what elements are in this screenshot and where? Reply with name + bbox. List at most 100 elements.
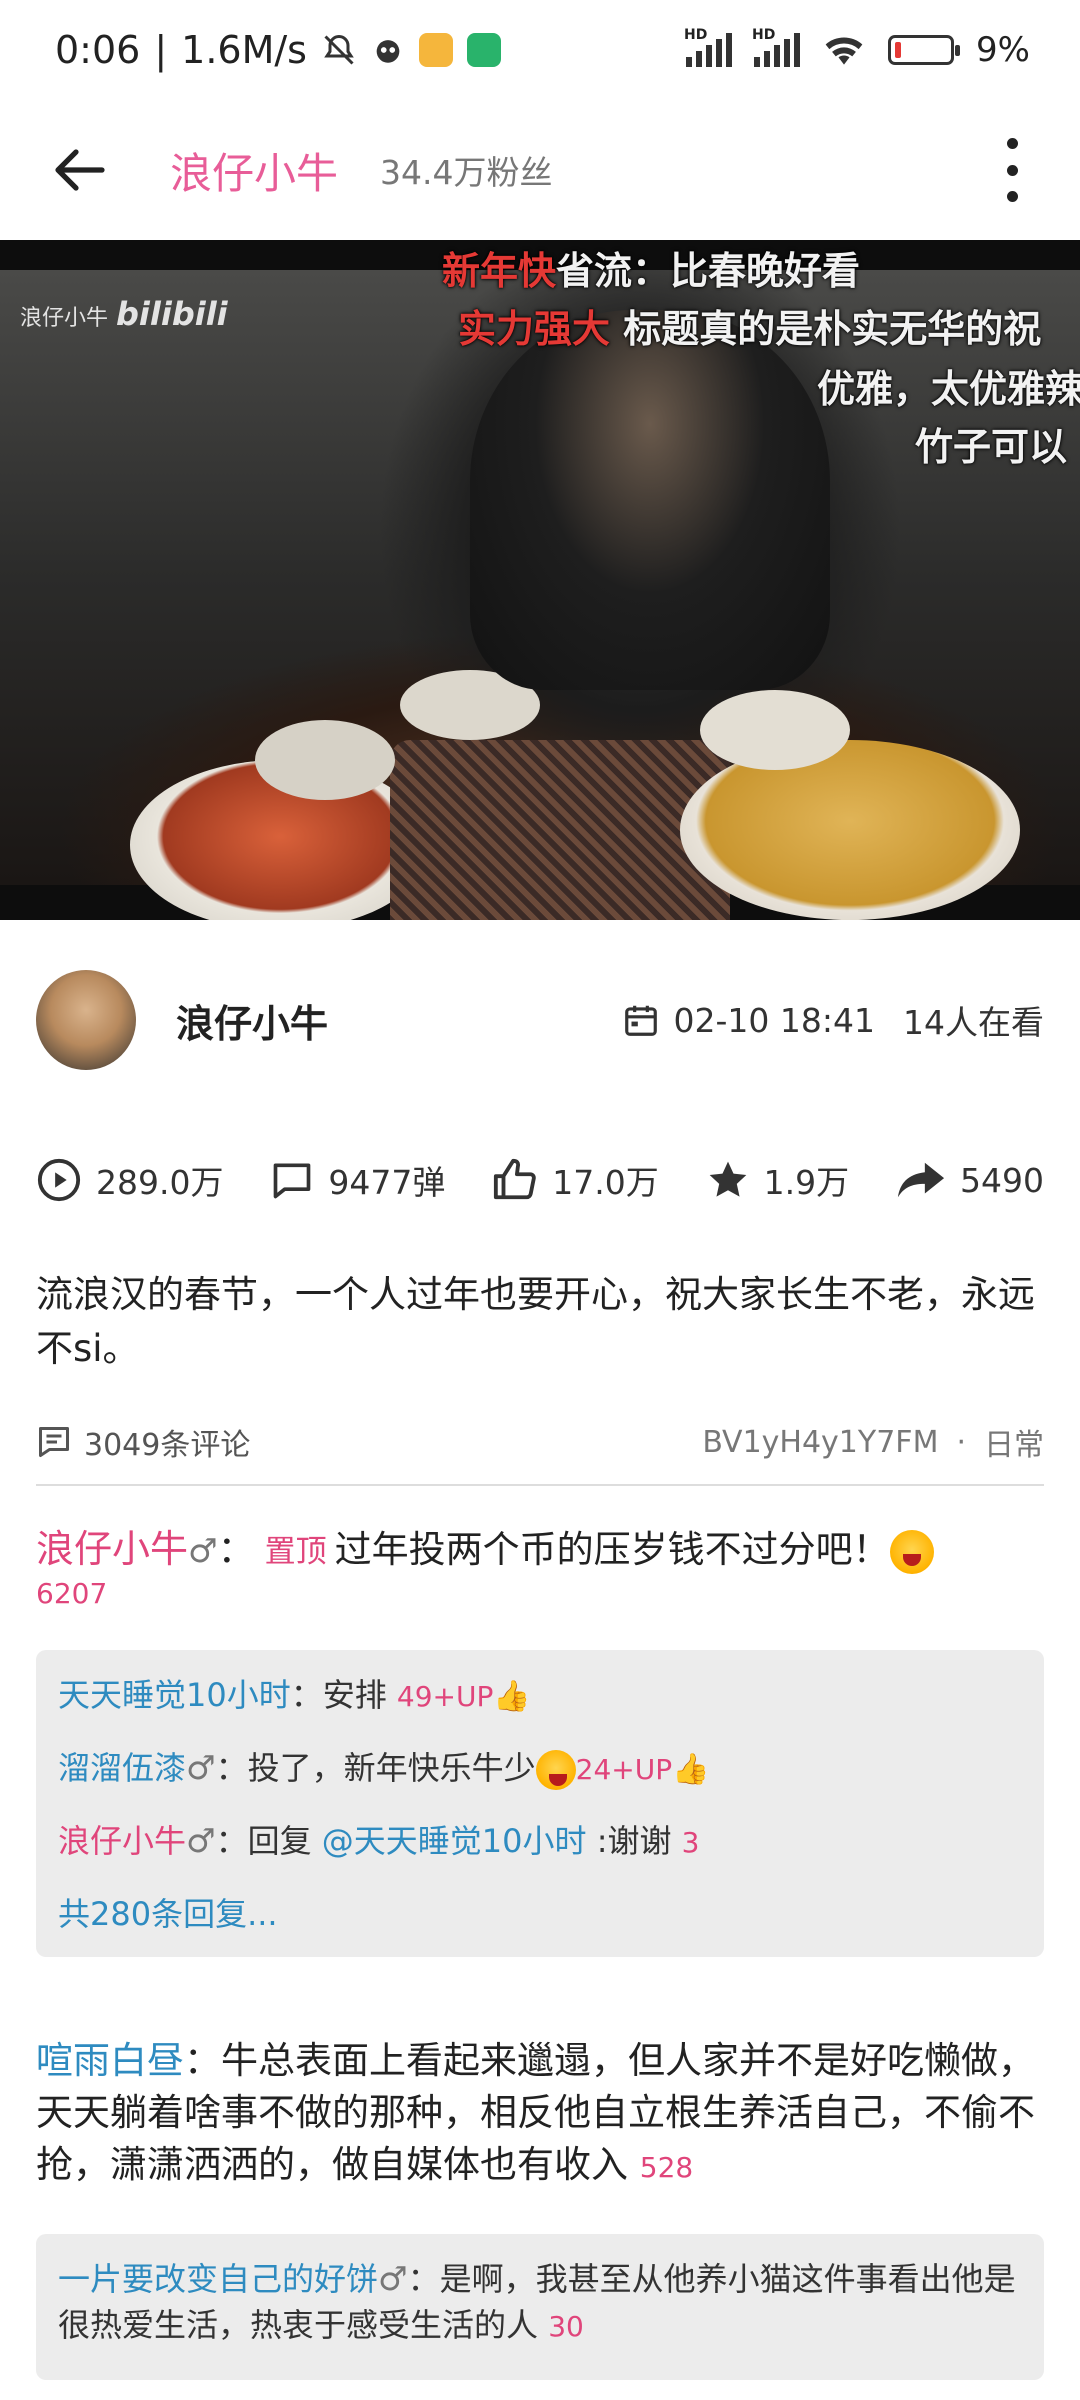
video-watermark: 浪仔小牛 bilibili (20, 295, 228, 333)
watermark-name: 浪仔小牛 (20, 306, 109, 331)
more-menu-button[interactable] (982, 138, 1042, 202)
view-count-value: 289.0万 (96, 1163, 224, 1202)
gender-icon: ♂ (186, 1821, 216, 1860)
fans-count: 34.4万粉丝 (380, 153, 553, 192)
danmaku-text: 省流：比春晚好看 (556, 249, 861, 293)
gender-icon: ♂ (378, 2259, 408, 2298)
reply-likes: 24+UP (575, 1753, 673, 1786)
calendar-icon (624, 1005, 657, 1036)
star-icon (709, 1161, 746, 1197)
food-plate-right (680, 740, 1020, 920)
app-bar: 浪仔小牛 34.4万粉丝 (0, 100, 1080, 240)
comment-likes: 6207 (36, 1577, 108, 1610)
comment-bubble-icon (274, 1163, 311, 1199)
pinned-badge: 置顶 (264, 1534, 327, 1570)
share-button[interactable]: 5490 (896, 1158, 1044, 1202)
pinned-comment: 浪仔小牛♂： 置顶 过年投两个币的压岁钱不过分吧！ 6207 (0, 1486, 1080, 1610)
comment-list-icon (39, 1427, 69, 1457)
back-button[interactable] (50, 140, 110, 200)
bowl-back-right (700, 690, 850, 770)
view-more-replies-link[interactable]: 共280条回复... (58, 1891, 1020, 1937)
danmaku-line-4: 竹子可以 (915, 416, 1067, 471)
comment-username[interactable]: 浪仔小牛 (36, 1527, 188, 1571)
gender-icon: ♂ (186, 1748, 216, 1787)
thumbs-up-emoji-icon: 👍 (672, 1752, 710, 1787)
more-dot-icon (1006, 138, 1018, 149)
app-notification-icon (376, 40, 400, 63)
reply-likes: 30 (548, 2310, 584, 2343)
author-row: 浪仔小牛 02-10 18:41 14人在看 (0, 920, 1080, 1120)
reply-item[interactable]: 一片要改变自己的好饼♂：是啊，我甚至从他养小猫这件事看出他是很热爱生活，热衷于感… (58, 2256, 1020, 2350)
battery-level: 9% (976, 30, 1030, 70)
play-circle-icon (37, 1158, 81, 1202)
phone-app-icon (466, 33, 501, 67)
reply-username[interactable]: 天天睡觉10小时 (58, 1676, 291, 1714)
danmaku-text: 优雅，太优雅辣 (817, 367, 1080, 411)
favorite-count: 1.9万 (763, 1163, 850, 1202)
status-divider: | (154, 28, 168, 72)
watching-count: 14人在看 (903, 1003, 1044, 1042)
signal-icon: HD (684, 27, 733, 67)
status-right: HD HD 9% (684, 27, 1030, 70)
comment-username[interactable]: 喧雨白昼 (36, 2039, 184, 2082)
danmaku-line-3: 优雅，太优雅辣 (817, 358, 1080, 413)
danmaku-line-1: 新年快省流：比春晚好看 (442, 240, 860, 295)
reply-item[interactable]: 浪仔小牛♂：回复 @天天睡觉10小时 :谢谢 3 (58, 1818, 1020, 1866)
comment-item: 喧雨白昼：牛总表面上看起来邋遢，但人家并不是好吃懒做，天天躺着啥事不做的那种，相… (0, 1957, 1080, 2194)
avatar[interactable] (36, 970, 136, 1070)
comment-text: 过年投两个币的压岁钱不过分吧！ (334, 1528, 890, 1571)
bowl-left (255, 720, 395, 800)
favorite-button[interactable]: 1.9万 (706, 1156, 849, 1204)
danmaku-count: 9477弹 (270, 1156, 445, 1204)
note-app-icon (418, 33, 453, 67)
status-time: 0:06 (55, 28, 141, 72)
reply-username[interactable]: 溜溜伍漆 (58, 1749, 186, 1787)
reply-username[interactable]: 浪仔小牛 (58, 1822, 186, 1860)
reply-item[interactable]: 天天睡觉10小时：安排 49+UP👍 (58, 1672, 1020, 1720)
danmaku-count-value: 9477弹 (328, 1163, 446, 1202)
surprised-emoji-icon (535, 1750, 576, 1790)
danmaku-text: 竹子可以 (915, 425, 1068, 469)
hd-label-2: HD (752, 27, 776, 43)
reply-text: ：回复 (215, 1822, 322, 1860)
uploader-title[interactable]: 浪仔小牛 (170, 140, 338, 201)
comment-text: ：牛总表面上看起来邋遢，但人家并不是好吃懒做，天天躺着啥事不做的那种，相反他自立… (36, 2039, 1035, 2186)
comment-count[interactable]: 3049条评论 (36, 1420, 702, 1464)
thumbs-up-emoji-icon: 👍 (493, 1679, 531, 1714)
status-speed: 1.6M/s (181, 28, 307, 72)
mute-icon (324, 34, 354, 65)
gender-icon: ♂ (188, 1531, 218, 1570)
wifi-icon (825, 37, 863, 65)
video-stats: 289.0万 9477弹 17.0万 1.9万 5490 (0, 1120, 1080, 1240)
comment-body: 浪仔小牛♂： 置顶 过年投两个币的压岁钱不过分吧！ (36, 1524, 1044, 1577)
share-count: 5490 (960, 1160, 1044, 1200)
surprised-emoji-icon (889, 1529, 934, 1574)
reply-likes: 49+UP (396, 1680, 494, 1713)
reply-text: :谢谢 (586, 1822, 682, 1860)
reply-username[interactable]: 一片要改变自己的好饼 (58, 2260, 378, 2298)
signal-icon-2: HD (752, 27, 801, 67)
view-count: 289.0万 (36, 1156, 223, 1204)
publish-datetime: 02-10 18:41 (673, 1000, 875, 1040)
status-bar: 0:06 | 1.6M/s HD HD 9% (0, 0, 1080, 100)
meta-separator: · (956, 1424, 966, 1460)
danmaku-line-2: 实力强大 标题真的是朴实无华的祝 (458, 298, 1041, 353)
reply-mention[interactable]: @天天睡觉10小时 (322, 1822, 587, 1860)
like-button[interactable]: 17.0万 (492, 1156, 659, 1204)
like-count: 17.0万 (552, 1163, 659, 1202)
reply-item[interactable]: 溜溜伍漆♂：投了，新年快乐牛少 24+UP👍 (58, 1745, 1020, 1793)
person-silhouette (470, 310, 830, 690)
video-player[interactable]: 浪仔小牛 bilibili 新年快省流：比春晚好看 实力强大 标题真的是朴实无华的… (0, 240, 1080, 920)
comments-header: 3049条评论 BV1yH4y1Y7FM · 日常 (36, 1390, 1044, 1486)
danmaku-text: 新年快 (442, 249, 557, 293)
reply-text: ：安排 (290, 1676, 397, 1714)
author-name[interactable]: 浪仔小牛 (176, 993, 622, 1048)
comment-count-text: 3049条评论 (84, 1428, 251, 1463)
danmaku-text: 实力强大 (458, 307, 611, 351)
video-category[interactable]: 日常 (984, 1420, 1044, 1464)
danmaku-text: 标题真的是朴实无华的祝 (610, 307, 1042, 351)
reply-likes: 3 (681, 1826, 700, 1859)
share-arrow-icon (897, 1162, 945, 1198)
video-description: 流浪汉的春节，一个人过年也要开心，祝大家长生不老，永远不si。 (36, 1273, 1035, 1370)
reply-box: 一片要改变自己的好饼♂：是啊，我甚至从他养小猫这件事看出他是很热爱生活，热衷于感… (36, 2234, 1044, 2380)
